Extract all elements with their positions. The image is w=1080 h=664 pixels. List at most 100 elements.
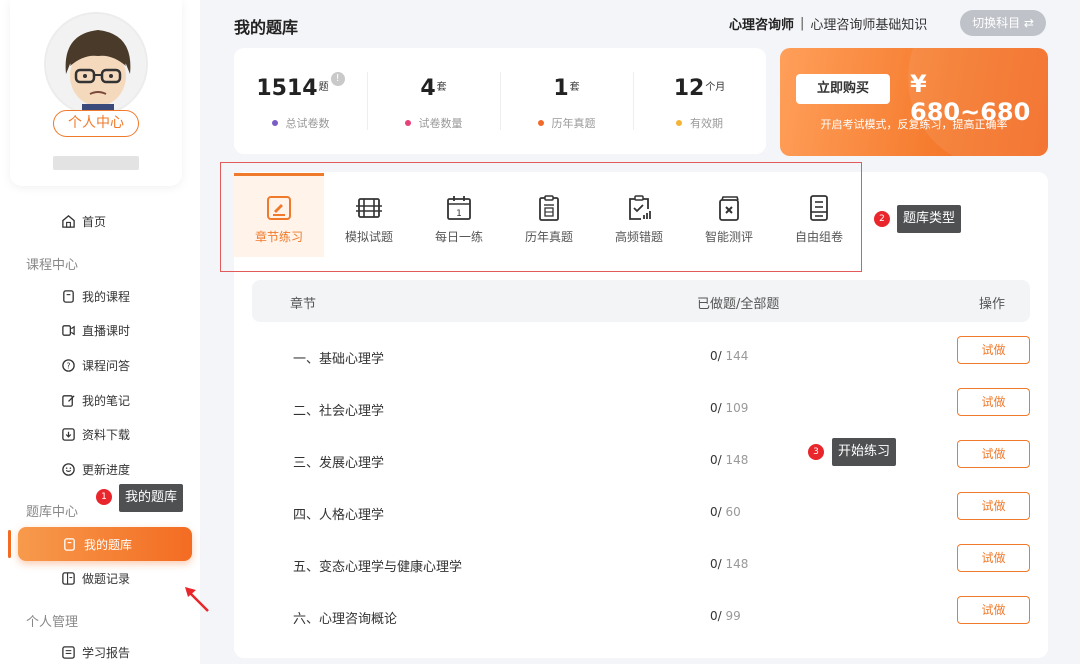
table-row: 四、人格心理学 0/ 60 试做 [252,488,1030,540]
course-icon [60,288,76,304]
done-count: 0/ [710,349,722,363]
page-title: 我的题库 [234,18,299,37]
progress: 0/ 148 [710,557,748,571]
sidebar-item-label: 更新进度 [82,462,131,477]
sidebar-item-label: 直播课时 [82,323,131,338]
stat-past-papers: 1套 历年真题 [500,48,633,154]
section-heading-bank: 题库中心 [26,505,79,520]
annotation-callout-1: 我的题库 [119,484,184,512]
try-button[interactable]: 试做 [957,440,1030,468]
bank-icon [62,536,78,552]
chapter-name: 五、变态心理学与健康心理学 [293,560,463,575]
table-header: 章节 已做题/全部题 操作 [252,280,1030,322]
dot-icon [271,120,278,126]
stat-paper-count: 4套 试卷数量 [367,48,500,154]
column-header-progress: 已做题/全部题 [697,297,780,312]
annotation-callout-2: 题库类型 [897,205,962,233]
stat-unit: 个月 [705,82,726,93]
home-icon [60,213,76,229]
sidebar-item-my-courses[interactable]: 我的课程 [60,286,130,306]
table-row: 五、变态心理学与健康心理学 0/ 148 试做 [252,540,1030,592]
annotation-badge-2: 2 [874,211,890,227]
sidebar-item-course-qa[interactable]: ? 课程问答 [60,355,130,375]
table-row: 六、心理咨询概论 0/ 99 试做 [252,592,1030,644]
username [53,156,139,170]
chapter-name: 一、基础心理学 [293,352,385,367]
avatar[interactable] [44,12,148,116]
sidebar-item-downloads[interactable]: 资料下载 [60,424,130,444]
chapter-name: 二、社会心理学 [293,404,385,419]
stat-unit: 套 [436,82,447,93]
stat-value: 12 [673,76,705,101]
done-count: 0/ [710,453,722,467]
sidebar-item-my-question-bank[interactable]: 我的题库 [18,527,192,561]
section-heading-course: 课程中心 [26,258,79,273]
purchase-card: 立即购买 ¥ 680~680 开启考试模式，反复练习，提高正确率 [780,48,1048,156]
progress: 0/ 99 [710,609,741,623]
sidebar-item-my-notes[interactable]: 我的笔记 [60,390,130,410]
sidebar-item-label: 做题记录 [82,571,131,586]
stats-card: 1514题! 总试卷数 4套 试卷数量 1套 历年真题 12个月 有效期 [234,48,766,154]
stat-value: 4 [420,76,436,101]
stat-unit: 题 [318,82,329,93]
total-count: 60 [721,505,741,519]
done-count: 0/ [710,609,722,623]
svg-text:?: ? [66,361,70,370]
try-button[interactable]: 试做 [957,544,1030,572]
sidebar-item-home[interactable]: 首页 [60,211,106,231]
total-count: 99 [721,609,741,623]
try-button[interactable]: 试做 [957,596,1030,624]
column-header-action: 操作 [979,297,1006,312]
profile-card: 个人中心 [10,0,182,186]
total-count: 109 [721,401,749,415]
highlight-box [220,162,862,272]
stat-total-questions: 1514题! 总试卷数 [234,48,367,154]
question-icon: ? [60,357,76,373]
info-icon[interactable]: ! [330,72,345,86]
subject-category: 心理咨询师 [729,18,795,33]
table-row: 三、发展心理学 0/ 148 试做 [252,436,1030,488]
dot-icon [537,120,544,126]
annotation-badge-3: 3 [808,444,824,460]
switch-subject-button[interactable]: 切换科目 ⇄ [960,10,1046,36]
live-icon [60,322,76,338]
sidebar-item-update-progress[interactable]: 更新进度 [60,459,130,479]
try-button[interactable]: 试做 [957,388,1030,416]
try-button[interactable]: 试做 [957,492,1030,520]
arrow-icon [185,587,209,612]
stat-label: 历年真题 [551,117,596,130]
sidebar-item-label: 学习报告 [82,645,131,660]
annotation-badge-1: 1 [96,489,112,505]
stat-label: 有效期 [690,117,723,130]
stat-unit: 套 [569,82,580,93]
total-count: 148 [721,557,749,571]
total-count: 148 [721,453,749,467]
stat-label: 总试卷数 [285,117,330,130]
sidebar-item-label: 首页 [82,214,107,229]
chapter-name: 四、人格心理学 [293,508,385,523]
stat-value: 1514 [256,76,318,101]
stat-value: 1 [553,76,569,101]
stat-validity: 12个月 有效期 [633,48,766,154]
personal-center-button[interactable]: 个人中心 [53,110,139,137]
try-button[interactable]: 试做 [957,336,1030,364]
buy-now-button[interactable]: 立即购买 [796,74,890,104]
total-count: 144 [721,349,749,363]
sidebar-item-live-classes[interactable]: 直播课时 [60,320,130,340]
subject-name: 心理咨询师基础知识 [810,18,928,33]
done-count: 0/ [710,401,722,415]
column-header-chapter: 章节 [290,297,317,312]
stat-label: 试卷数量 [418,117,463,130]
progress-icon [60,461,76,477]
dot-icon [404,120,411,126]
table-row: 二、社会心理学 0/ 109 试做 [252,384,1030,436]
progress: 0/ 60 [710,505,741,519]
progress: 0/ 144 [710,349,748,363]
annotation-callout-3: 开始练习 [832,438,897,466]
active-indicator [8,530,11,558]
sidebar-item-study-report[interactable]: 学习报告 [60,642,130,662]
sidebar-item-label: 我的笔记 [82,393,131,408]
sidebar-item-practice-records[interactable]: 做题记录 [60,568,130,588]
chapter-name: 三、发展心理学 [293,456,385,471]
sidebar: 个人中心 首页 课程中心 我的课程 直播课时 ? 课程问答 我的笔记 资料下载 … [0,0,200,664]
